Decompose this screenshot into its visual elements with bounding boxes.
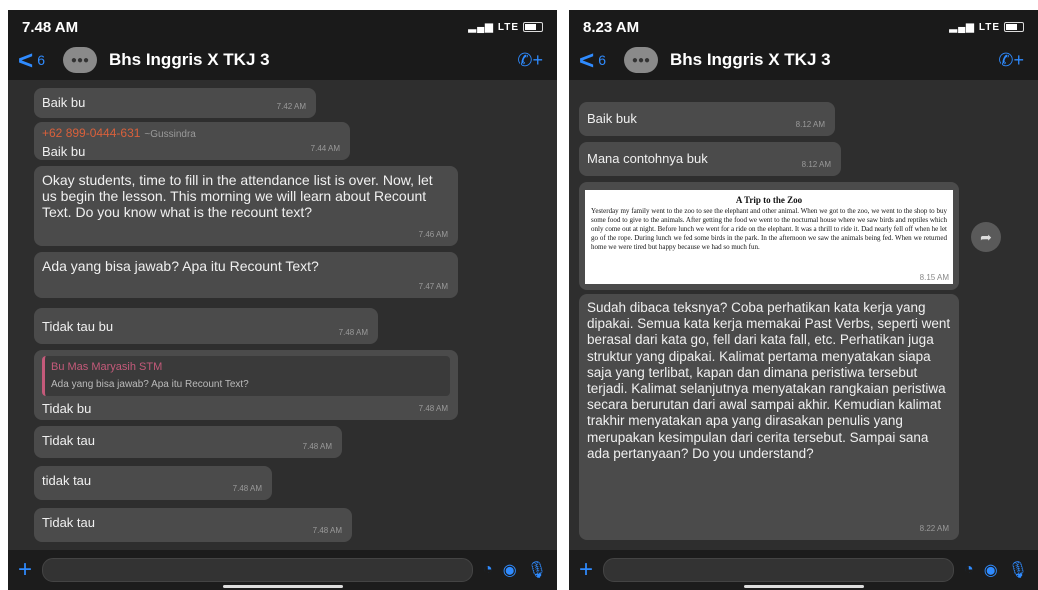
status-bar: 8.23 AM ▂▄▆ LTE (583, 16, 1024, 38)
top-bar: 8.23 AM ▂▄▆ LTE < 6 ●●● Bhs Inggris X TK… (569, 10, 1038, 80)
quoted-sender: Bu Mas Maryasih STM (51, 361, 163, 373)
message-time: 8.22 AM (919, 523, 949, 533)
microphone-icon[interactable]: 🎙 (527, 560, 547, 580)
sticker-icon[interactable]: ◔ (483, 561, 493, 579)
message-bubble[interactable]: Tidak tau bu 7.48 AM (34, 308, 378, 344)
forward-icon[interactable]: ➦ (971, 222, 1001, 252)
back-chevron-icon[interactable]: < (18, 47, 33, 73)
signal-indicator: ▂▄▆ LTE (468, 22, 543, 33)
image-message-bubble[interactable]: A Trip to the Zoo Yesterday my family we… (579, 182, 959, 290)
chat-title[interactable]: Bhs Inggris X TKJ 3 (109, 50, 517, 70)
sender-number: +62 899-0444-631 (42, 126, 141, 140)
message-time: 7.47 AM (418, 282, 448, 291)
camera-icon[interactable]: ◉ (503, 560, 517, 580)
message-time: 7.44 AM (310, 144, 340, 153)
message-text: Baik bu (42, 95, 86, 110)
recount-text-image[interactable]: A Trip to the Zoo Yesterday my family we… (585, 190, 953, 284)
home-indicator (222, 585, 343, 588)
status-time: 8.23 AM (583, 18, 640, 36)
message-bubble[interactable]: Ada yang bisa jawab? Apa itu Recount Tex… (34, 252, 458, 298)
message-bubble[interactable]: Mana contohnya buk 8.12 AM (579, 142, 841, 176)
message-text: Tidak tau (42, 433, 95, 448)
message-time: 7.48 AM (338, 328, 368, 337)
message-time: 7.48 AM (232, 484, 262, 493)
status-time: 7.48 AM (22, 18, 79, 36)
message-text: tidak tau (42, 473, 92, 488)
plus-icon[interactable]: + (18, 556, 32, 584)
network-label: LTE (497, 21, 519, 33)
message-input[interactable] (603, 558, 955, 582)
chat-title[interactable]: Bhs Inggris X TKJ 3 (670, 50, 998, 70)
group-avatar-icon[interactable]: ●●● (62, 47, 97, 73)
doc-body: Yesterday my family went to the zoo to s… (591, 207, 947, 251)
message-text: Mana contohnya buk (587, 151, 708, 166)
left-chat-screenshot: 7.48 AM ▂▄▆ LTE < 6 ●●● Bhs Inggris X TK… (8, 10, 557, 590)
right-chat-screenshot: 8.23 AM ▂▄▆ LTE < 6 ●●● Bhs Inggris X TK… (569, 10, 1038, 590)
unread-count[interactable]: 6 (37, 52, 45, 68)
message-time: 7.48 AM (302, 442, 332, 451)
home-indicator (743, 585, 864, 588)
message-time: 7.48 AM (418, 404, 448, 413)
message-time: 7.48 AM (312, 526, 342, 535)
compose-bar: + ◔ ◉ 🎙 (8, 550, 557, 590)
quoted-message[interactable]: Bu Mas Maryasih STM Ada yang bisa jawab?… (42, 356, 450, 396)
message-text: Tidak tau bu (42, 319, 114, 334)
group-avatar-icon[interactable]: ●●● (623, 47, 658, 73)
signal-indicator: ▂▄▆ LTE (949, 22, 1024, 33)
quoted-text: Ada yang bisa jawab? Apa itu Recount Tex… (51, 379, 249, 390)
battery-icon (523, 22, 543, 32)
message-bubble[interactable]: Tidak tau 7.48 AM (34, 426, 342, 458)
message-text: Sudah dibaca teksnya? Coba perhatikan ka… (587, 300, 951, 461)
doc-title: A Trip to the Zoo (735, 195, 803, 205)
microphone-icon[interactable]: 🎙 (1008, 560, 1028, 580)
status-bar: 7.48 AM ▂▄▆ LTE (22, 16, 543, 38)
battery-icon (1004, 22, 1024, 32)
message-time: 7.42 AM (276, 102, 306, 111)
message-time: 8.15 AM (919, 273, 949, 282)
chat-header: < 6 ●●● Bhs Inggris X TKJ 3 ✆+ (579, 44, 1024, 76)
message-bubble[interactable]: Tidak tau 7.48 AM (34, 508, 352, 542)
message-text: Tidak bu (42, 401, 92, 416)
message-text: Ada yang bisa jawab? Apa itu Recount Tex… (42, 258, 319, 274)
add-call-icon[interactable]: ✆+ (517, 50, 543, 71)
message-input[interactable] (42, 558, 474, 582)
message-text: Tidak tau (42, 515, 95, 530)
unread-count[interactable]: 6 (598, 52, 606, 68)
message-text: Baik bu (42, 144, 86, 159)
message-bubble[interactable]: +62 899-0444-631 ~Gussindra Baik bu 7.44 … (34, 122, 350, 160)
message-bubble[interactable]: tidak tau 7.48 AM (34, 466, 272, 500)
message-bubble[interactable]: Sudah dibaca teksnya? Coba perhatikan ka… (579, 294, 959, 540)
add-call-icon[interactable]: ✆+ (998, 50, 1024, 71)
message-time: 8.12 AM (795, 120, 825, 129)
back-chevron-icon[interactable]: < (579, 47, 594, 73)
message-bubble[interactable]: Bu Mas Maryasih STM Ada yang bisa jawab?… (34, 350, 458, 420)
sticker-icon[interactable]: ◔ (964, 561, 974, 579)
message-list[interactable]: Baik bu 7.42 AM +62 899-0444-631 ~Gussind… (8, 80, 557, 550)
message-list[interactable]: Baik buk 8.12 AM Mana contohnya buk 8.12… (569, 80, 1038, 550)
network-label: LTE (978, 21, 1000, 33)
message-bubble[interactable]: Okay students, time to fill in the atten… (34, 166, 458, 246)
camera-icon[interactable]: ◉ (984, 560, 998, 580)
message-text: Okay students, time to fill in the atten… (42, 172, 433, 220)
sender-phone: +62 899-0444-631 ~Gussindra (42, 125, 342, 143)
plus-icon[interactable]: + (579, 556, 593, 584)
chat-header: < 6 ●●● Bhs Inggris X TKJ 3 ✆+ (18, 44, 543, 76)
message-bubble[interactable]: Baik buk 8.12 AM (579, 102, 835, 136)
message-time: 7.46 AM (418, 230, 448, 239)
message-text: Baik buk (587, 111, 637, 126)
message-time: 8.12 AM (801, 160, 831, 169)
compose-bar: + ◔ ◉ 🎙 (569, 550, 1038, 590)
top-bar: 7.48 AM ▂▄▆ LTE < 6 ●●● Bhs Inggris X TK… (8, 10, 557, 80)
sender-name: ~Gussindra (144, 129, 196, 140)
message-bubble[interactable]: Baik bu 7.42 AM (34, 88, 316, 118)
